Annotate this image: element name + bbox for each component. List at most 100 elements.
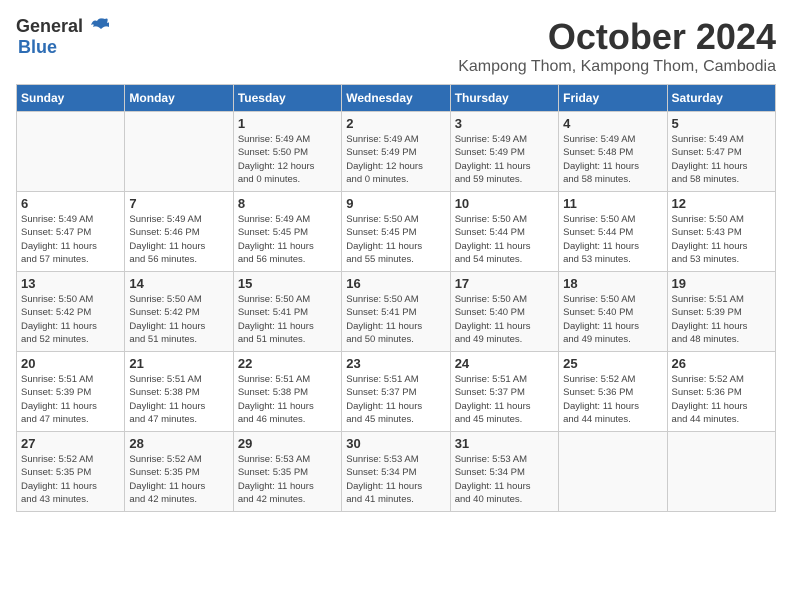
- day-number: 4: [563, 116, 662, 131]
- day-number: 23: [346, 356, 445, 371]
- calendar-cell: 7Sunrise: 5:49 AM Sunset: 5:46 PM Daylig…: [125, 192, 233, 272]
- day-info: Sunrise: 5:49 AM Sunset: 5:47 PM Dayligh…: [21, 213, 120, 266]
- calendar-cell: 10 Sunrise: 5:50 AM Sunset: 5:44 PM Dayli…: [450, 192, 558, 272]
- calendar-cell: 25Sunrise: 5:52 AM Sunset: 5:36 PM Dayli…: [559, 352, 667, 432]
- calendar-cell: 27 Sunrise: 5:52 AM Sunset: 5:35 PM Dayli…: [17, 432, 125, 512]
- calendar-cell: [667, 432, 775, 512]
- day-info: Sunrise: 5:53 AM Sunset: 5:35 PM Dayligh…: [238, 453, 337, 506]
- day-number: 11: [563, 196, 662, 211]
- weekday-header: Wednesday: [342, 85, 450, 112]
- day-number: 25: [563, 356, 662, 371]
- day-info: Sunrise: 5:49 AM Sunset: 5:49 PM Dayligh…: [346, 133, 445, 186]
- day-info: Sunrise: 5:49 AM Sunset: 5:45 PM Dayligh…: [238, 213, 337, 266]
- day-info: Sunrise: 5:51 AM Sunset: 5:38 PM Dayligh…: [129, 373, 228, 426]
- calendar-cell: 26 Sunrise: 5:52 AM Sunset: 5:36 PM Dayli…: [667, 352, 775, 432]
- day-number: 26: [672, 356, 771, 371]
- day-info: Sunrise: 5:52 AM Sunset: 5:36 PM Dayligh…: [672, 373, 771, 426]
- weekday-header: Sunday: [17, 85, 125, 112]
- day-info: Sunrise: 5:51 AM Sunset: 5:38 PM Dayligh…: [238, 373, 337, 426]
- day-number: 27: [21, 436, 120, 451]
- calendar-cell: [559, 432, 667, 512]
- calendar-cell: 18 Sunrise: 5:50 AM Sunset: 5:40 PM Dayli…: [559, 272, 667, 352]
- day-number: 5: [672, 116, 771, 131]
- day-number: 15: [238, 276, 337, 291]
- calendar-cell: 22 Sunrise: 5:51 AM Sunset: 5:38 PM Dayli…: [233, 352, 341, 432]
- day-info: Sunrise: 5:52 AM Sunset: 5:35 PM Dayligh…: [21, 453, 120, 506]
- day-number: 19: [672, 276, 771, 291]
- calendar-cell: [17, 112, 125, 192]
- day-info: Sunrise: 5:49 AM Sunset: 5:50 PM Dayligh…: [238, 133, 337, 186]
- day-info: Sunrise: 5:49 AM Sunset: 5:48 PM Dayligh…: [563, 133, 662, 186]
- calendar-cell: 23 Sunrise: 5:51 AM Sunset: 5:37 PM Dayli…: [342, 352, 450, 432]
- day-info: Sunrise: 5:50 AM Sunset: 5:42 PM Dayligh…: [129, 293, 228, 346]
- day-info: Sunrise: 5:49 AM Sunset: 5:47 PM Dayligh…: [672, 133, 771, 186]
- calendar-cell: 16Sunrise: 5:50 AM Sunset: 5:41 PM Dayli…: [342, 272, 450, 352]
- calendar-cell: 28 Sunrise: 5:52 AM Sunset: 5:35 PM Dayli…: [125, 432, 233, 512]
- day-number: 10: [455, 196, 554, 211]
- day-info: Sunrise: 5:50 AM Sunset: 5:41 PM Dayligh…: [238, 293, 337, 346]
- calendar-cell: 5 Sunrise: 5:49 AM Sunset: 5:47 PM Daylig…: [667, 112, 775, 192]
- calendar-cell: 30 Sunrise: 5:53 AM Sunset: 5:34 PM Dayli…: [342, 432, 450, 512]
- day-number: 6: [21, 196, 120, 211]
- weekday-header: Monday: [125, 85, 233, 112]
- month-title: October 2024: [458, 16, 776, 58]
- day-number: 14: [129, 276, 228, 291]
- calendar-cell: 24Sunrise: 5:51 AM Sunset: 5:37 PM Dayli…: [450, 352, 558, 432]
- weekday-header: Friday: [559, 85, 667, 112]
- calendar-body: 1 Sunrise: 5:49 AM Sunset: 5:50 PM Daylig…: [17, 112, 776, 512]
- calendar-header-row: SundayMondayTuesdayWednesdayThursdayFrid…: [17, 85, 776, 112]
- day-number: 2: [346, 116, 445, 131]
- day-info: Sunrise: 5:50 AM Sunset: 5:44 PM Dayligh…: [563, 213, 662, 266]
- calendar-cell: 15 Sunrise: 5:50 AM Sunset: 5:41 PM Dayli…: [233, 272, 341, 352]
- location-title: Kampong Thom, Kampong Thom, Cambodia: [458, 58, 776, 76]
- day-number: 8: [238, 196, 337, 211]
- calendar-cell: 12Sunrise: 5:50 AM Sunset: 5:43 PM Dayli…: [667, 192, 775, 272]
- day-number: 1: [238, 116, 337, 131]
- title-section: October 2024 Kampong Thom, Kampong Thom,…: [458, 16, 776, 76]
- day-number: 29: [238, 436, 337, 451]
- calendar-cell: [125, 112, 233, 192]
- logo-blue: Blue: [18, 37, 57, 58]
- day-info: Sunrise: 5:50 AM Sunset: 5:40 PM Dayligh…: [455, 293, 554, 346]
- day-number: 28: [129, 436, 228, 451]
- calendar-cell: 6 Sunrise: 5:49 AM Sunset: 5:47 PM Daylig…: [17, 192, 125, 272]
- day-number: 16: [346, 276, 445, 291]
- day-number: 7: [129, 196, 228, 211]
- calendar-week-row: 6 Sunrise: 5:49 AM Sunset: 5:47 PM Daylig…: [17, 192, 776, 272]
- day-info: Sunrise: 5:51 AM Sunset: 5:39 PM Dayligh…: [21, 373, 120, 426]
- day-number: 3: [455, 116, 554, 131]
- day-number: 21: [129, 356, 228, 371]
- calendar-cell: 2 Sunrise: 5:49 AM Sunset: 5:49 PM Daylig…: [342, 112, 450, 192]
- calendar-cell: 1 Sunrise: 5:49 AM Sunset: 5:50 PM Daylig…: [233, 112, 341, 192]
- day-info: Sunrise: 5:50 AM Sunset: 5:44 PM Dayligh…: [455, 213, 554, 266]
- calendar-cell: 8 Sunrise: 5:49 AM Sunset: 5:45 PM Daylig…: [233, 192, 341, 272]
- calendar-cell: 21 Sunrise: 5:51 AM Sunset: 5:38 PM Dayli…: [125, 352, 233, 432]
- day-number: 20: [21, 356, 120, 371]
- day-number: 24: [455, 356, 554, 371]
- calendar-week-row: 13Sunrise: 5:50 AM Sunset: 5:42 PM Dayli…: [17, 272, 776, 352]
- day-number: 18: [563, 276, 662, 291]
- day-number: 31: [455, 436, 554, 451]
- calendar-cell: 20 Sunrise: 5:51 AM Sunset: 5:39 PM Dayli…: [17, 352, 125, 432]
- day-info: Sunrise: 5:50 AM Sunset: 5:40 PM Dayligh…: [563, 293, 662, 346]
- calendar-week-row: 20 Sunrise: 5:51 AM Sunset: 5:39 PM Dayli…: [17, 352, 776, 432]
- calendar-cell: 4 Sunrise: 5:49 AM Sunset: 5:48 PM Daylig…: [559, 112, 667, 192]
- page-header: General Blue October 2024 Kampong Thom, …: [16, 16, 776, 76]
- day-info: Sunrise: 5:53 AM Sunset: 5:34 PM Dayligh…: [346, 453, 445, 506]
- weekday-header: Tuesday: [233, 85, 341, 112]
- calendar-cell: 13Sunrise: 5:50 AM Sunset: 5:42 PM Dayli…: [17, 272, 125, 352]
- day-info: Sunrise: 5:52 AM Sunset: 5:35 PM Dayligh…: [129, 453, 228, 506]
- day-info: Sunrise: 5:51 AM Sunset: 5:39 PM Dayligh…: [672, 293, 771, 346]
- day-number: 22: [238, 356, 337, 371]
- day-info: Sunrise: 5:51 AM Sunset: 5:37 PM Dayligh…: [346, 373, 445, 426]
- weekday-header: Saturday: [667, 85, 775, 112]
- day-info: Sunrise: 5:50 AM Sunset: 5:42 PM Dayligh…: [21, 293, 120, 346]
- day-number: 30: [346, 436, 445, 451]
- day-info: Sunrise: 5:49 AM Sunset: 5:49 PM Dayligh…: [455, 133, 554, 186]
- calendar-cell: 14 Sunrise: 5:50 AM Sunset: 5:42 PM Dayli…: [125, 272, 233, 352]
- day-info: Sunrise: 5:53 AM Sunset: 5:34 PM Dayligh…: [455, 453, 554, 506]
- calendar-cell: 19 Sunrise: 5:51 AM Sunset: 5:39 PM Dayli…: [667, 272, 775, 352]
- day-info: Sunrise: 5:50 AM Sunset: 5:45 PM Dayligh…: [346, 213, 445, 266]
- calendar-week-row: 27 Sunrise: 5:52 AM Sunset: 5:35 PM Dayli…: [17, 432, 776, 512]
- calendar-cell: 3 Sunrise: 5:49 AM Sunset: 5:49 PM Daylig…: [450, 112, 558, 192]
